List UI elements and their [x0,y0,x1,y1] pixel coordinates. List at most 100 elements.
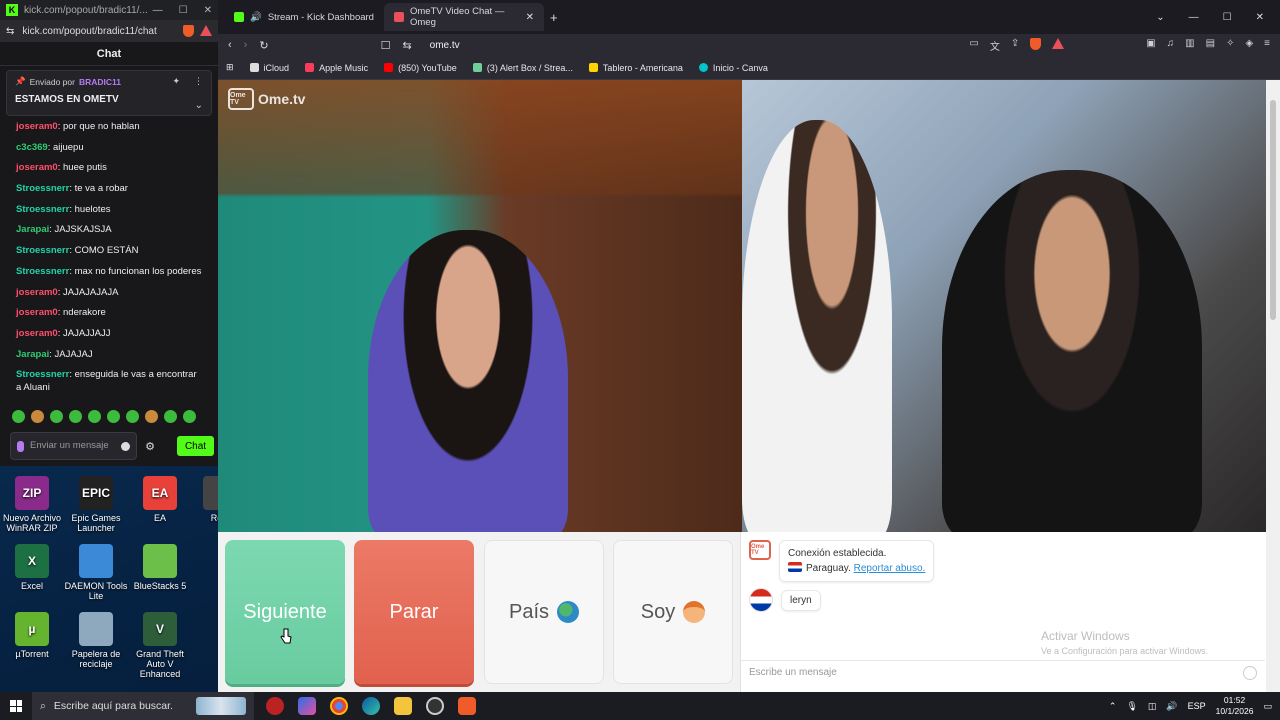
wallet-icon[interactable]: ▤ [1206,38,1215,53]
edge-icon[interactable] [362,697,380,715]
notifications-icon[interactable]: ▭ [1263,701,1272,712]
stop-button[interactable]: Parar [354,540,474,684]
microphone-icon[interactable] [17,440,24,452]
tab-search-icon[interactable]: ▣ [1146,38,1155,53]
brave-rewards-icon[interactable] [1052,37,1065,49]
next-button[interactable]: Siguiente [225,540,345,684]
gender-button[interactable]: Soy [613,540,733,684]
page-scrollbar[interactable] [1266,80,1280,692]
message-input[interactable]: Escribe un mensaje [741,660,1265,684]
forward-icon[interactable]: › [244,39,248,51]
scrollbar-thumb[interactable] [1270,100,1276,320]
new-tab-icon[interactable]: + [550,10,558,25]
emote-icon[interactable] [50,410,63,423]
search-placeholder[interactable]: Escribe aquí para buscar. [54,700,173,712]
emote-icon[interactable] [12,410,25,423]
chat-username[interactable]: Jarapai [16,224,49,235]
chat-username[interactable]: Stroessnerr [16,183,69,194]
desktop-shortcut[interactable]: V Grand Theft Auto V Enhanced [128,612,192,679]
obs-icon[interactable] [266,697,284,715]
maximize-icon[interactable]: ☐ [1223,12,1232,23]
desktop-shortcut[interactable]: BlueStacks 5 [128,544,192,591]
network-icon[interactable]: ◫ [1148,701,1157,712]
close-icon[interactable]: ✕ [204,5,212,16]
leo-ai-icon[interactable]: ✧ [1226,38,1234,53]
microphone-icon[interactable]: 🎙 [1126,701,1137,712]
chat-username[interactable]: Stroessnerr [16,266,69,277]
emote-icon[interactable] [31,410,44,423]
chevron-down-icon[interactable]: ⌄ [195,100,203,111]
chat-username[interactable]: joseram0 [16,162,58,173]
brave-icon[interactable] [458,697,476,715]
country-button[interactable]: País [484,540,604,684]
brave-shields-icon[interactable] [1030,37,1042,50]
chat-username[interactable]: c3c369 [16,142,48,153]
desktop-shortcut[interactable]: X Excel [0,544,64,591]
reload-icon[interactable]: ↻ [259,39,268,52]
chat-username[interactable]: joseram0 [16,287,58,298]
chat-address-bar[interactable]: ⇆ kick.com/popout/bradic11/chat [0,20,218,42]
media-icon[interactable]: ♫ [1167,38,1175,53]
bookmark-youtube[interactable]: (850) YouTube [384,63,457,73]
address-bar[interactable]: ome.tv [430,40,460,51]
emoji-icon[interactable] [121,441,130,451]
apps-grid-icon[interactable]: ⊞ [226,62,234,73]
back-icon[interactable]: ‹ [228,39,232,51]
chevron-down-icon[interactable]: ⌄ [1156,12,1164,23]
minimize-icon[interactable]: — [153,5,163,16]
chat-input-placeholder[interactable]: Enviar un mensaje [30,441,109,451]
chat-username[interactable]: Jarapai [16,349,49,360]
more-options-icon[interactable]: ⋮ [194,76,203,87]
pinned-message[interactable]: 📌 Enviado por BRADIC11 ESTAMOS EN OMETV … [6,70,212,116]
close-icon[interactable]: ✕ [1256,12,1264,23]
report-abuse-link[interactable]: Reportar abuso. [854,563,926,574]
chat-url[interactable]: kick.com/popout/bradic11/chat [22,26,156,37]
desktop-shortcut[interactable]: Papelera de reciclaje [64,612,128,669]
chevron-up-icon[interactable]: ⌃ [1109,701,1117,712]
menu-icon[interactable]: ≡ [1264,38,1270,53]
emote-icon[interactable] [145,410,158,423]
share-icon[interactable]: ⇪ [1011,38,1019,53]
bookmark-tablero[interactable]: Tablero - Americana [588,63,683,73]
chat-input[interactable]: Enviar un mensaje [10,432,137,460]
cast-icon[interactable]: ▭ [969,38,978,53]
minimize-icon[interactable]: — [1189,12,1199,23]
emoji-icon[interactable] [1243,665,1257,680]
chat-username[interactable]: joseram0 [16,121,58,132]
chrome-icon[interactable] [330,697,348,715]
close-tab-icon[interactable]: ✕ [526,12,534,23]
chat-username[interactable]: Stroessnerr [16,204,69,215]
chat-username[interactable]: Stroessnerr [16,245,69,256]
desktop-shortcut[interactable]: DAEMON Tools Lite [64,544,128,601]
tab-kick-dashboard[interactable]: 🔊 Stream - Kick Dashboard [224,3,384,31]
bookmark-canva[interactable]: Inicio - Canva [698,63,768,73]
clock[interactable]: 01:52 10/1/2026 [1216,695,1254,717]
sidebar-icon[interactable]: ▥ [1185,38,1194,53]
emote-icon[interactable] [183,410,196,423]
emote-icon[interactable] [164,410,177,423]
message-input-placeholder[interactable]: Escribe un mensaje [749,667,837,678]
emote-icon[interactable] [88,410,101,423]
desktop-shortcut[interactable]: EA EA [128,476,192,523]
desktop-shortcut[interactable]: EPIC Epic Games Launcher [64,476,128,533]
desktop-shortcut[interactable]: ZIP Nuevo Archivo WinRAR ZIP [0,476,64,533]
bookmark-alertbox[interactable]: (3) Alert Box / Strea... [472,63,573,73]
send-chat-button[interactable]: Chat [177,436,214,456]
site-settings-icon[interactable]: ⇆ [402,39,411,52]
tab-ometv[interactable]: OmeTV Video Chat — Omeg ✕ [384,3,544,31]
brave-shields-icon[interactable] [183,25,194,37]
settings-gear-icon[interactable]: ⚙ [143,440,157,453]
bookmark-icloud[interactable]: iCloud [249,63,289,73]
taskbar-search[interactable]: ⌕ Escribe aquí para buscar. [32,692,254,720]
vpn-icon[interactable]: ◈ [1245,38,1253,53]
start-button[interactable] [0,692,32,720]
maximize-icon[interactable]: ☐ [179,5,188,16]
site-settings-icon[interactable]: ⇆ [6,26,14,37]
volume-icon[interactable]: 🔊 [1166,701,1177,712]
emote-icon[interactable] [107,410,120,423]
emote-icon[interactable] [126,410,139,423]
unpin-icon[interactable]: ✦ [172,76,180,87]
bookmark-icon[interactable]: ☐ [381,39,391,52]
emote-icon[interactable] [69,410,82,423]
language-indicator[interactable]: ESP [1188,701,1206,711]
